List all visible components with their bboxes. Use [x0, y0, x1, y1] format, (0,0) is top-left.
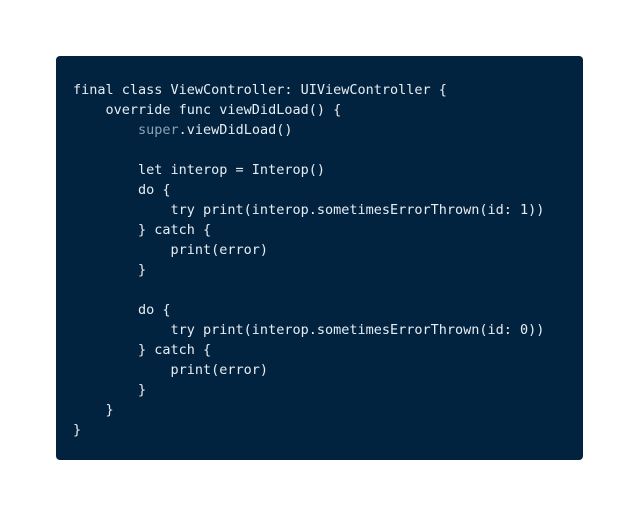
code-keyword-super: super — [138, 122, 179, 138]
code-line: } — [73, 420, 583, 440]
code-line: } — [73, 380, 583, 400]
code-content: final class ViewController: UIViewContro… — [73, 80, 583, 440]
code-line: } — [73, 400, 583, 420]
code-text: } — [73, 422, 82, 438]
code-text: } catch { — [73, 222, 212, 238]
code-text: let interop = Interop() — [73, 162, 325, 178]
code-text: )) — [528, 202, 545, 218]
code-text: final class ViewController: UIViewContro… — [73, 82, 447, 98]
code-line: do { — [73, 180, 583, 200]
code-line: } catch { — [73, 220, 583, 240]
code-text: print(error) — [73, 362, 269, 378]
code-line: let interop = Interop() — [73, 160, 583, 180]
code-text: } — [73, 402, 114, 418]
code-text: do { — [73, 182, 171, 198]
code-line: override func viewDidLoad() { — [73, 100, 583, 120]
code-text: )) — [528, 322, 545, 338]
code-number: 0 — [520, 322, 529, 338]
code-text: } — [73, 382, 147, 398]
code-line: try print(interop.sometimesErrorThrown(i… — [73, 320, 583, 340]
code-text: do { — [73, 302, 171, 318]
code-text: .viewDidLoad() — [178, 122, 293, 138]
code-line: try print(interop.sometimesErrorThrown(i… — [73, 200, 583, 220]
code-text: } catch { — [73, 342, 212, 358]
code-line: super.viewDidLoad() — [73, 120, 583, 140]
code-line: final class ViewController: UIViewContro… — [73, 80, 583, 100]
code-text: try print(interop.sometimesErrorThrown(i… — [73, 202, 521, 218]
code-text: } — [73, 262, 147, 278]
code-line: print(error) — [73, 360, 583, 380]
code-block: final class ViewController: UIViewContro… — [56, 56, 583, 460]
code-line: } catch { — [73, 340, 583, 360]
code-text: print(error) — [73, 242, 269, 258]
code-text: override func viewDidLoad() { — [73, 102, 342, 118]
code-line: } — [73, 260, 583, 280]
code-text: try print(interop.sometimesErrorThrown(i… — [73, 322, 521, 338]
code-number: 1 — [520, 202, 529, 218]
code-line: do { — [73, 300, 583, 320]
code-line: print(error) — [73, 240, 583, 260]
